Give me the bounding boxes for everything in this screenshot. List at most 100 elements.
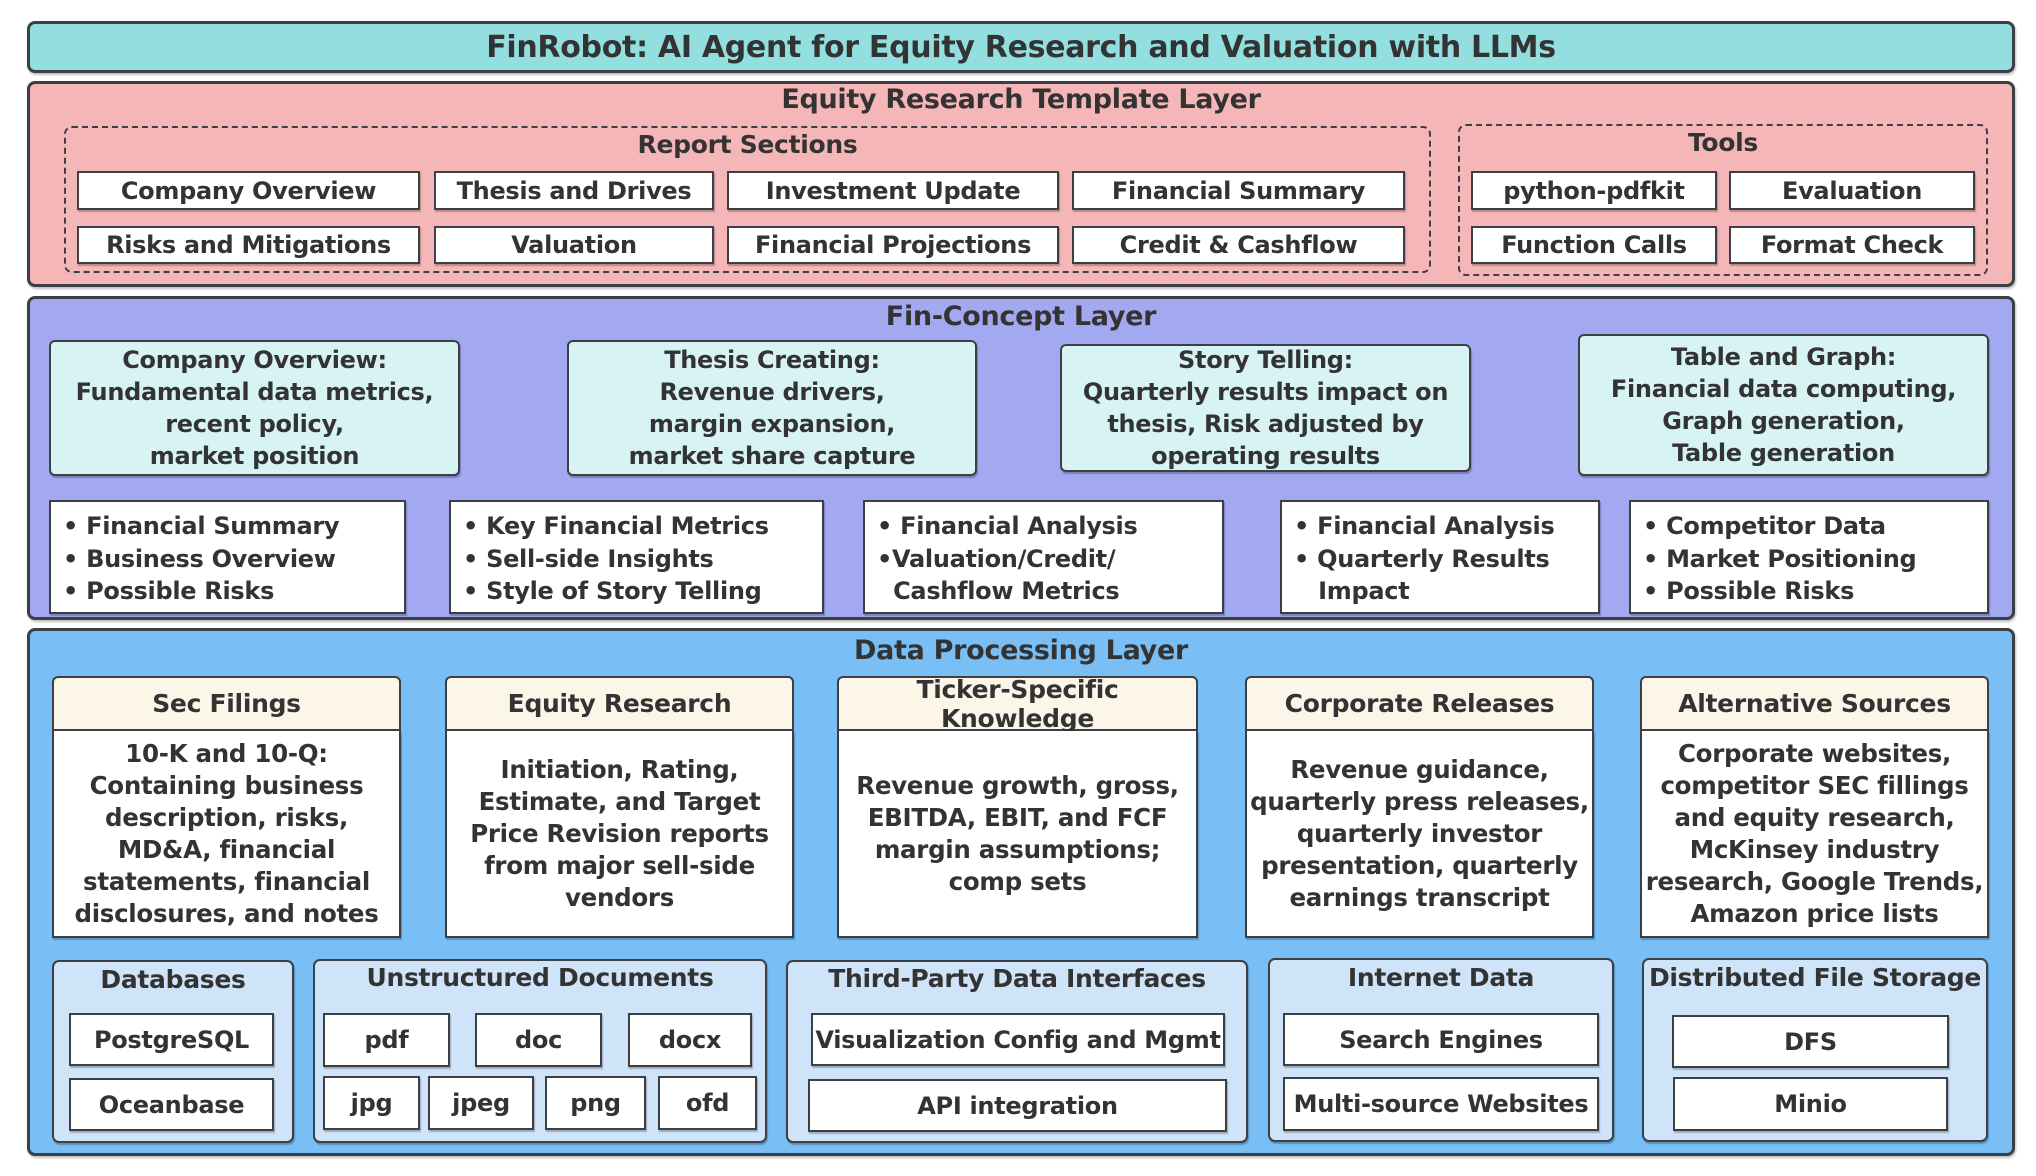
- source-line: quarterly press releases,: [1250, 786, 1589, 816]
- concept-layer-title: Fin-Concept Layer: [885, 300, 1157, 332]
- bullet-list-thesis: • Key Financial Metrics • Sell-side Insi…: [449, 500, 824, 614]
- source-title: Ticker-Specific Knowledge: [916, 674, 1119, 733]
- report-section-label: Financial Projections: [754, 231, 1032, 259]
- source-line: quarterly investor: [1296, 818, 1543, 848]
- storage-item-dfs: DFS: [1672, 1015, 1949, 1068]
- source-line: and equity research,: [1674, 802, 1955, 832]
- report-section-label: Thesis and Drives: [456, 176, 692, 205]
- concept-thesis-creating: Thesis Creating: Revenue drivers, margin…: [567, 340, 977, 476]
- doc-type-jpeg: jpeg: [428, 1076, 534, 1130]
- bullet-item: Impact: [1294, 577, 1410, 605]
- bullet-item: • Possible Risks: [1643, 577, 1855, 605]
- report-section-valuation: Valuation: [434, 226, 714, 264]
- source-line: statements, financial: [83, 866, 370, 896]
- source-body-alternative-sources: Corporate websites, competitor SEC filli…: [1640, 731, 1989, 938]
- storage-label: PostgreSQL: [93, 1025, 250, 1054]
- bullet-list-valuation: • Financial Analysis •Valuation/Credit/ …: [863, 500, 1224, 614]
- concept-line: Financial data computing,: [1610, 375, 1957, 403]
- concept-line: Story Telling:: [1178, 346, 1353, 374]
- report-sections-title: Report Sections: [637, 129, 858, 159]
- report-section-label: Valuation: [511, 231, 637, 259]
- bullet-item: • Sell-side Insights: [463, 544, 714, 573]
- internet-search-engines: Search Engines: [1283, 1013, 1599, 1066]
- source-line: description, risks,: [104, 802, 349, 832]
- source-header-sec-filings: Sec Filings: [52, 676, 401, 731]
- source-body-sec-filings: 10-K and 10-Q: Containing business descr…: [52, 731, 401, 938]
- storage-label: jpg: [350, 1089, 393, 1117]
- diagram-title-bar: FinRobot: AI Agent for Equity Research a…: [27, 21, 2015, 73]
- tool-label: Format Check: [1760, 231, 1944, 259]
- storage-label: API integration: [917, 1091, 1118, 1120]
- storage-label: Visualization Config and Mgmt: [815, 1025, 1221, 1054]
- storage-label: DFS: [1784, 1027, 1837, 1056]
- concept-line: market position: [149, 442, 360, 470]
- report-section-label: Financial Summary: [1111, 176, 1366, 205]
- source-line: 10-K and 10-Q:: [125, 738, 328, 768]
- storage-label: ofd: [685, 1089, 730, 1117]
- diagram-title: FinRobot: AI Agent for Equity Research a…: [486, 29, 1556, 65]
- bullet-item: • Market Positioning: [1643, 544, 1917, 573]
- storage-label: Search Engines: [1339, 1025, 1543, 1054]
- doc-type-pdf: pdf: [323, 1013, 450, 1067]
- bullet-list-table-and-graph: • Competitor Data • Market Positioning •…: [1629, 500, 1989, 614]
- storage-label: pdf: [364, 1026, 409, 1054]
- source-title: Sec Filings: [152, 689, 301, 718]
- concept-line: Quarterly results impact on: [1082, 378, 1449, 406]
- source-line: Amazon price lists: [1690, 898, 1939, 928]
- bullet-item: • Possible Risks: [63, 577, 275, 605]
- storage-label: docx: [658, 1026, 722, 1054]
- doc-type-png: png: [545, 1076, 646, 1130]
- source-line: Revenue guidance,: [1290, 754, 1549, 784]
- bullet-item: • Financial Analysis: [1294, 512, 1555, 540]
- concept-line: Graph generation,: [1662, 407, 1905, 435]
- doc-type-jpg: jpg: [323, 1076, 420, 1130]
- concept-line: thesis, Risk adjusted by: [1107, 410, 1424, 438]
- third-party-title: Third-Party Data Interfaces: [828, 963, 1206, 993]
- tool-label: Function Calls: [1501, 231, 1687, 259]
- report-section-label: Credit & Cashflow: [1119, 231, 1358, 259]
- storage-label: jpeg: [452, 1089, 510, 1117]
- bullet-item: • Competitor Data: [1643, 512, 1886, 540]
- storage-item-oceanbase: Oceanbase: [69, 1078, 274, 1131]
- report-section-label: Risks and Mitigations: [106, 231, 391, 259]
- storage-label: doc: [515, 1026, 562, 1054]
- source-line: Containing business: [89, 770, 364, 800]
- source-line: comp sets: [948, 866, 1087, 896]
- report-section-label: Company Overview: [120, 176, 377, 205]
- source-line: margin assumptions;: [874, 834, 1161, 864]
- storage-label: Multi-source Websites: [1293, 1090, 1589, 1118]
- bullet-item: • Style of Story Telling: [463, 577, 762, 605]
- bullet-list-story-telling: • Financial Analysis • Quarterly Results…: [1280, 500, 1600, 614]
- report-section-credit-cashflow: Credit & Cashflow: [1072, 226, 1405, 264]
- data-layer-title: Data Processing Layer: [854, 634, 1188, 666]
- doc-type-docx: docx: [628, 1013, 752, 1067]
- source-line: Initiation, Rating,: [500, 754, 739, 784]
- source-line: presentation, quarterly: [1261, 850, 1578, 880]
- bullet-item: • Business Overview: [63, 544, 336, 573]
- report-section-financial-projections: Financial Projections: [727, 226, 1059, 264]
- source-line: earnings transcript: [1289, 882, 1550, 912]
- bullet-item: Cashflow Metrics: [877, 577, 1120, 605]
- source-title: Corporate Releases: [1284, 689, 1555, 718]
- storage-item-minio: Minio: [1673, 1077, 1948, 1131]
- tool-function-calls: Function Calls: [1471, 226, 1717, 264]
- report-section-thesis-and-drives: Thesis and Drives: [434, 171, 714, 210]
- tool-evaluation: Evaluation: [1729, 171, 1975, 210]
- source-body-ticker-specific: Revenue growth, gross, EBITDA, EBIT, and…: [837, 731, 1198, 938]
- tools-title: Tools: [1687, 127, 1759, 157]
- source-line: Revenue growth, gross,: [856, 770, 1179, 800]
- concept-line: Fundamental data metrics,: [75, 378, 434, 406]
- source-line: MD&A, financial: [117, 834, 336, 864]
- source-header-alternative-sources: Alternative Sources: [1640, 676, 1989, 731]
- bullet-item: • Key Financial Metrics: [463, 512, 769, 540]
- template-layer-title: Equity Research Template Layer: [781, 83, 1261, 115]
- doc-type-ofd: ofd: [658, 1076, 757, 1130]
- source-body-corporate-releases: Revenue guidance, quarterly press releas…: [1245, 731, 1594, 938]
- tool-python-pdfkit: python-pdfkit: [1471, 171, 1717, 210]
- source-title: Equity Research: [507, 689, 732, 718]
- databases-title: Databases: [100, 964, 246, 994]
- bullet-item: • Financial Summary: [63, 512, 340, 540]
- source-line: vendors: [565, 882, 674, 912]
- interface-api-integration: API integration: [808, 1079, 1227, 1132]
- concept-line: Revenue drivers,: [659, 378, 885, 406]
